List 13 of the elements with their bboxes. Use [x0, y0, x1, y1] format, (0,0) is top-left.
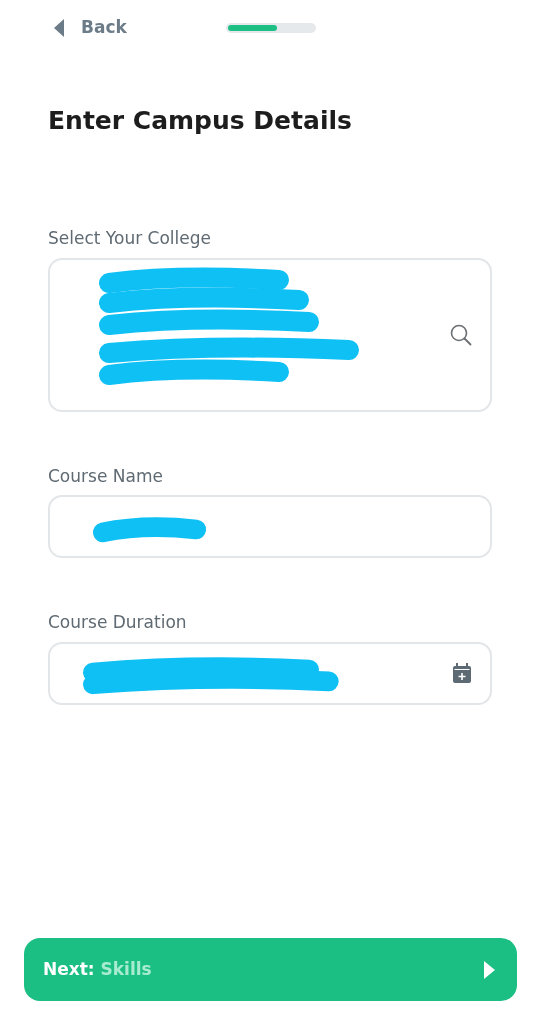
field-label: Course Name	[48, 464, 164, 488]
field-label: Course Duration	[48, 611, 188, 634]
search-icon[interactable]	[450, 323, 472, 346]
field-label: Select Your College	[48, 227, 212, 250]
play-arrow-icon	[483, 960, 495, 979]
next-button[interactable]: Next: Skills	[24, 938, 517, 1001]
page-title: Enter Campus Details	[48, 106, 353, 136]
input-field[interactable]	[48, 495, 492, 558]
search-field[interactable]	[48, 257, 492, 412]
calendar-icon[interactable]	[452, 662, 472, 684]
date-field[interactable]	[48, 641, 492, 705]
back-arrow-icon	[54, 19, 65, 37]
back-link[interactable]: Back	[54, 15, 150, 41]
